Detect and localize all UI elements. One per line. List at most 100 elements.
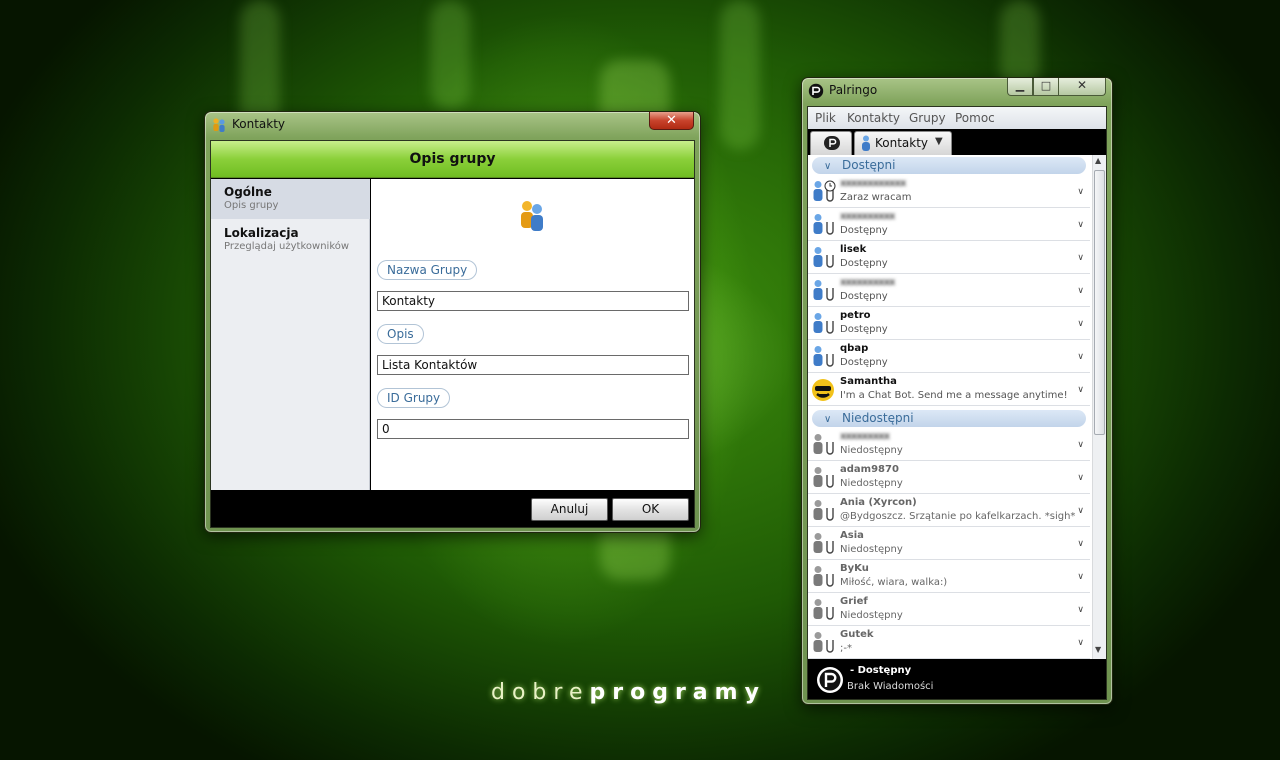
chevron-down-icon[interactable]: ∨ <box>1077 220 1084 230</box>
user-away-icon <box>811 180 837 204</box>
contact-row[interactable]: Asia Niedostępny ∨ <box>808 527 1090 560</box>
contact-name: lisek <box>840 244 867 255</box>
sidebar-item-sub: Opis grupy <box>224 200 279 211</box>
contact-row[interactable]: qbap Dostępny ∨ <box>808 340 1090 373</box>
sidebar: Ogólne Opis grupy Lokalizacja Przeglądaj… <box>211 179 370 490</box>
scroll-up-icon[interactable]: ▲ <box>1095 156 1101 165</box>
contact-name: Samantha <box>840 376 897 387</box>
self-status: - Dostępny <box>850 665 912 676</box>
sidebar-item-ogolne[interactable]: Ogólne Opis grupy <box>211 179 370 219</box>
contact-status: Dostępny <box>840 225 888 236</box>
chevron-down-icon: ∨ <box>824 414 832 425</box>
menu-grupy[interactable]: Grupy <box>909 111 946 125</box>
contact-list: ∨ Dostępni xxxxxxxxxxxx Zaraz wracam ∨ xxxxx… <box>808 155 1106 659</box>
sidebar-item-label: Ogólne <box>224 185 272 199</box>
tab-label: Kontakty <box>875 136 929 150</box>
group-id-field[interactable]: 0 <box>377 419 689 439</box>
chevron-down-icon[interactable]: ∨ <box>1077 385 1084 395</box>
contact-name: Gutek <box>840 629 874 640</box>
user-offline-icon <box>811 499 837 523</box>
kontakty-window: Kontakty ✕ Opis grupy Ogólne Opis grupy … <box>204 111 701 533</box>
contact-row[interactable]: xxxxxxxxxxxx Zaraz wracam ∨ <box>808 175 1090 208</box>
contact-name: xxxxxxxxx <box>840 431 890 442</box>
palringo-logo-icon <box>817 667 843 693</box>
user-offline-icon <box>811 433 837 457</box>
chevron-down-icon[interactable]: ∨ <box>1077 187 1084 197</box>
contact-status: Dostępny <box>840 291 888 302</box>
contact-name: Ania (Xyrcon) <box>840 497 917 508</box>
user-online-icon <box>811 246 837 270</box>
sidebar-item-lokalizacja[interactable]: Lokalizacja Przeglądaj użytkowników <box>211 220 370 260</box>
group-name-label: Nazwa Grupy <box>377 260 478 280</box>
contact-row[interactable]: xxxxxxxxx Niedostępny ∨ <box>808 428 1090 461</box>
cancel-button[interactable]: Anuluj <box>531 498 608 521</box>
contact-row[interactable]: lisek Dostępny ∨ <box>808 241 1090 274</box>
contact-status: Niedostępny <box>840 478 903 489</box>
palringo-window: Palringo ▁ □ ✕ Plik Kontakty Grupy Pomoc… <box>801 77 1113 705</box>
contact-row[interactable]: xxxxxxxxxx Dostępny ∨ <box>808 274 1090 307</box>
contact-status: Miłość, wiara, walka:) <box>840 577 948 588</box>
ok-button[interactable]: OK <box>612 498 689 521</box>
self-message: Brak Wiadomości <box>847 681 934 692</box>
menu-bar: Plik Kontakty Grupy Pomoc <box>808 107 1106 129</box>
contact-name: xxxxxxxxxx <box>840 277 896 288</box>
group-title: Dostępni <box>842 158 896 172</box>
close-button[interactable]: ✕ <box>649 112 694 130</box>
tab-home[interactable] <box>810 131 852 155</box>
chevron-down-icon[interactable]: ∨ <box>1077 506 1084 516</box>
palringo-logo-icon <box>808 83 824 99</box>
contact-status: Niedostępny <box>840 610 903 621</box>
contact-row[interactable]: xxxxxxxxxx Dostępny ∨ <box>808 208 1090 241</box>
chevron-down-icon[interactable]: ∨ <box>1077 440 1084 450</box>
description-field[interactable]: Lista Kontaktów <box>377 355 689 375</box>
user-online-icon <box>811 345 837 369</box>
contact-row[interactable]: Ania (Xyrcon) @Bydgoszcz. Srzątanie po ka… <box>808 494 1090 527</box>
user-online-icon <box>811 312 837 336</box>
window-title: Kontakty <box>232 117 286 131</box>
contact-row[interactable]: ByKu Miłość, wiara, walka:) ∨ <box>808 560 1090 593</box>
group-header-online[interactable]: ∨ Dostępni <box>812 157 1086 174</box>
palringo-titlebar[interactable]: Palringo ▁ □ ✕ <box>802 78 1112 104</box>
chevron-down-icon[interactable]: ∨ <box>1077 605 1084 615</box>
chevron-down-icon[interactable]: ∨ <box>1077 253 1084 263</box>
dialog-header: Opis grupy <box>211 141 694 178</box>
minimize-button[interactable]: ▁ <box>1007 78 1033 96</box>
contact-status: Dostępny <box>840 357 888 368</box>
menu-kontakty[interactable]: Kontakty <box>847 111 900 125</box>
scrollbar[interactable]: ▲ ▼ <box>1092 155 1106 659</box>
chevron-down-icon[interactable]: ∨ <box>1077 539 1084 549</box>
chevron-down-icon[interactable]: ∨ <box>1077 638 1084 648</box>
close-button[interactable]: ✕ <box>1058 78 1106 96</box>
scroll-down-icon[interactable]: ▼ <box>1095 645 1101 654</box>
tab-contacts[interactable]: Kontakty ▼ <box>854 131 952 155</box>
contact-status: @Bydgoszcz. Srzątanie po kafelkarzach. *… <box>840 511 1076 522</box>
kontakty-titlebar[interactable]: Kontakty ✕ <box>205 112 700 138</box>
tab-bar: Kontakty ▼ <box>808 129 1106 155</box>
chevron-down-icon: ▼ <box>935 136 943 147</box>
contact-row[interactable]: Gutek ;-* ∨ <box>808 626 1090 659</box>
group-name-field[interactable]: Kontakty <box>377 291 689 311</box>
contact-row[interactable]: Samantha I'm a Chat Bot. Send me a messag… <box>808 373 1090 406</box>
contact-status: I'm a Chat Bot. Send me a message anytim… <box>840 390 1068 401</box>
contact-row[interactable]: petro Dostępny ∨ <box>808 307 1090 340</box>
user-offline-icon <box>811 466 837 490</box>
group-header-offline[interactable]: ∨ Niedostępni <box>812 410 1086 427</box>
menu-plik[interactable]: Plik <box>815 111 836 125</box>
chevron-down-icon[interactable]: ∨ <box>1077 319 1084 329</box>
scrollbar-thumb[interactable] <box>1094 170 1105 435</box>
menu-pomoc[interactable]: Pomoc <box>955 111 995 125</box>
chevron-down-icon[interactable]: ∨ <box>1077 473 1084 483</box>
window-title: Palringo <box>829 83 878 97</box>
user-offline-icon <box>811 532 837 556</box>
user-online-icon <box>811 279 837 303</box>
maximize-button[interactable]: □ <box>1033 78 1059 96</box>
chevron-down-icon[interactable]: ∨ <box>1077 352 1084 362</box>
chevron-down-icon[interactable]: ∨ <box>1077 286 1084 296</box>
contact-status: Niedostępny <box>840 445 903 456</box>
chevron-down-icon[interactable]: ∨ <box>1077 572 1084 582</box>
self-status-bar[interactable]: - Dostępny Brak Wiadomości <box>808 659 1106 699</box>
contact-name: ByKu <box>840 563 869 574</box>
contact-row[interactable]: Grief Niedostępny ∨ <box>808 593 1090 626</box>
contact-row[interactable]: adam9870 Niedostępny ∨ <box>808 461 1090 494</box>
palringo-logo-icon <box>824 136 840 150</box>
